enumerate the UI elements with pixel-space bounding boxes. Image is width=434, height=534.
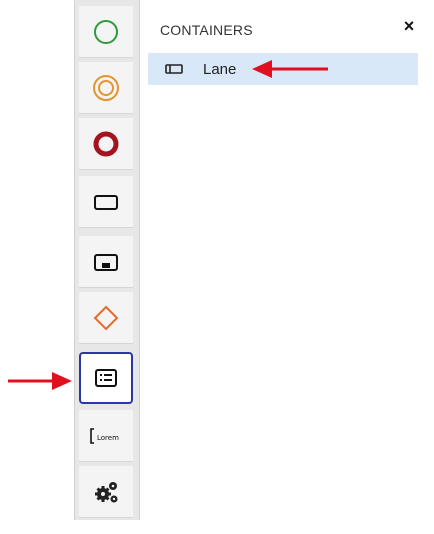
gateway-tool[interactable] xyxy=(79,292,133,344)
end-event-icon xyxy=(93,131,119,156)
start-event-tool[interactable] xyxy=(79,6,133,58)
subprocess-icon xyxy=(94,253,118,271)
gateway-icon xyxy=(93,305,119,330)
callout-arrow-lane xyxy=(252,60,328,78)
lane-icon xyxy=(165,64,183,74)
settings-tool[interactable] xyxy=(79,466,133,518)
intermediate-event-icon xyxy=(93,74,119,101)
subprocess-tool[interactable] xyxy=(79,236,133,288)
containers-icon xyxy=(95,369,117,387)
intermediate-event-tool[interactable] xyxy=(79,62,133,114)
task-tool[interactable] xyxy=(79,176,133,228)
panel-title: CONTAINERS xyxy=(160,22,253,38)
svg-text:Lorem: Lorem xyxy=(97,434,119,442)
bpmn-toolbar: Lorem xyxy=(74,0,140,520)
start-event-icon xyxy=(94,19,118,44)
settings-gears-icon xyxy=(95,481,118,502)
list-item-label: Lane xyxy=(203,61,237,78)
end-event-tool[interactable] xyxy=(79,118,133,170)
annotation-icon: Lorem xyxy=(90,427,119,444)
annotation-tool[interactable]: Lorem xyxy=(79,410,133,462)
callout-arrow-containers xyxy=(8,372,72,390)
containers-tool[interactable] xyxy=(79,352,133,404)
task-icon xyxy=(94,194,118,210)
close-icon[interactable]: × xyxy=(399,16,419,36)
